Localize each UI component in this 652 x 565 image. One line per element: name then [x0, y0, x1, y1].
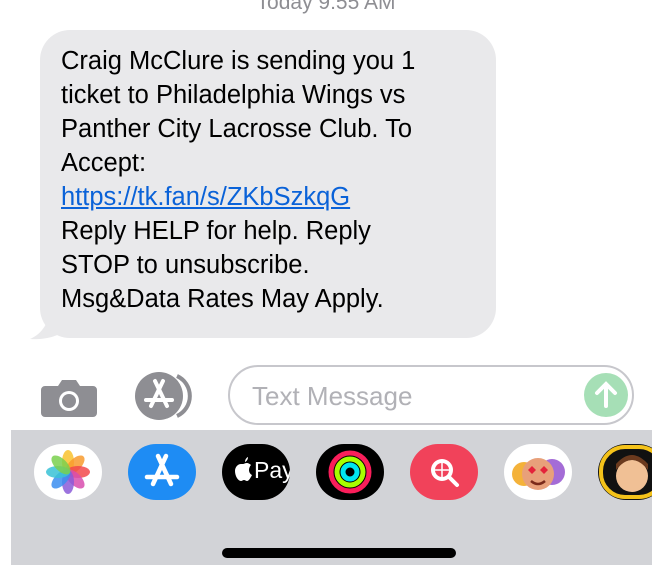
ticket-link[interactable]: https://tk.fan/s/ZKbSzkqG [61, 183, 350, 211]
arrow-up-icon [595, 381, 617, 408]
apple-pay-label: Pay [254, 457, 290, 483]
message-timestamp: Today 9:55 AM [256, 0, 396, 14]
activity-app-button[interactable] [316, 444, 384, 500]
image-search-icon [431, 459, 459, 487]
message-input[interactable] [250, 375, 584, 417]
camera-icon[interactable] [41, 377, 97, 417]
home-indicator[interactable] [222, 548, 456, 558]
app-store-app-button[interactable] [128, 444, 196, 500]
apple-pay-app-button[interactable]: Pay [222, 444, 290, 500]
message-body-end: Reply HELP for help. Reply STOP to unsub… [61, 217, 384, 313]
memoji-stickers-icon [512, 458, 565, 490]
message-input-container [228, 365, 634, 425]
message-body-start: Craig McClure is sending you 1 ticket to… [61, 47, 416, 177]
activity-rings-icon [328, 450, 372, 494]
message-text: Craig McClure is sending you 1 ticket to… [61, 44, 491, 316]
send-button[interactable] [584, 373, 628, 417]
memoji-icon [599, 445, 652, 499]
app-store-drawer-icon[interactable] [133, 372, 197, 420]
image-search-app-button[interactable] [410, 444, 478, 500]
memoji-app-button[interactable] [598, 444, 652, 500]
photos-icon [46, 450, 90, 494]
photos-app-button[interactable] [34, 444, 102, 500]
memoji-stickers-app-button[interactable] [504, 444, 572, 500]
app-store-icon [144, 453, 180, 487]
